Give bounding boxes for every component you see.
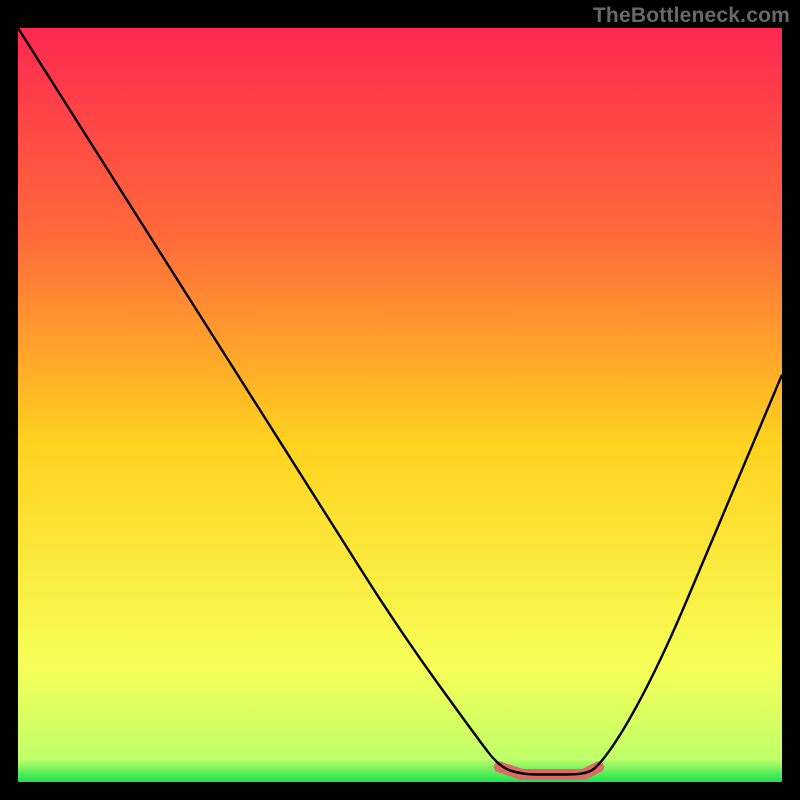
chart-svg [18,28,782,782]
chart-frame: TheBottleneck.com [0,0,800,800]
chart-background-gradient [18,28,782,782]
watermark-text: TheBottleneck.com [593,4,790,28]
chart-plot-area [18,28,782,782]
